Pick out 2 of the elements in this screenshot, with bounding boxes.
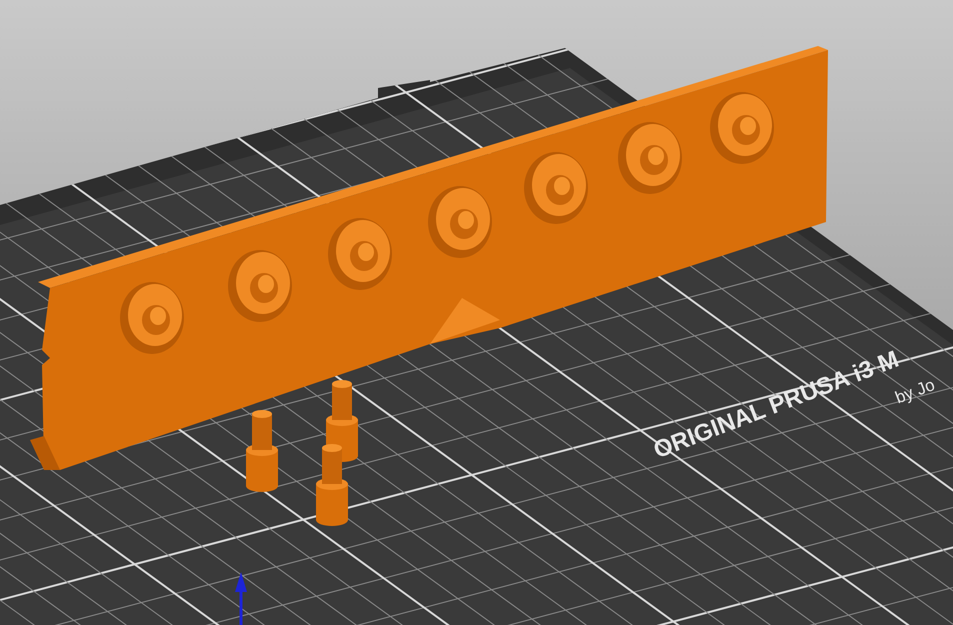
axis-arrow-icon <box>235 572 247 625</box>
bed-author-text: by Jo <box>892 376 937 406</box>
